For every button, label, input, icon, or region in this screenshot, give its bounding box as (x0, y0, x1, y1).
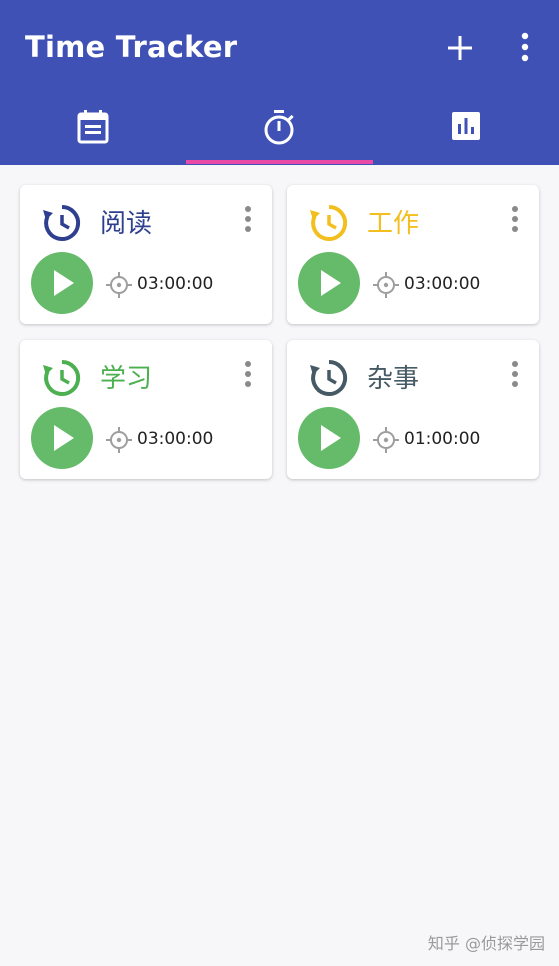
stopwatch-icon (264, 110, 294, 145)
target-time: 01:00:00 (404, 429, 481, 449)
more-vertical-icon[interactable] (242, 205, 254, 235)
play-button[interactable] (298, 407, 360, 469)
more-vertical-icon[interactable] (509, 360, 521, 390)
activity-name: 学习 (100, 364, 153, 394)
play-icon (54, 270, 74, 296)
tab-indicator (186, 160, 373, 164)
play-icon (321, 270, 341, 296)
tab-log[interactable] (0, 100, 186, 162)
history-clock-icon (43, 204, 81, 241)
add-button[interactable] (444, 32, 476, 64)
play-button[interactable] (31, 407, 93, 469)
target-icon (106, 427, 132, 453)
target-icon (373, 427, 399, 453)
target-icon (106, 272, 132, 298)
target-time: 03:00:00 (137, 429, 214, 449)
target-time: 03:00:00 (404, 274, 481, 294)
overflow-menu-button[interactable] (513, 30, 537, 66)
activity-card-work[interactable]: 工作 03:00:00 (287, 185, 539, 324)
activity-card-study[interactable]: 学习 03:00:00 (20, 340, 272, 479)
history-clock-icon (310, 359, 348, 396)
activity-name: 杂事 (367, 364, 420, 394)
more-vertical-icon[interactable] (509, 205, 521, 235)
play-button[interactable] (298, 252, 360, 314)
activity-name: 阅读 (100, 209, 153, 239)
activity-card-misc[interactable]: 杂事 01:00:00 (287, 340, 539, 479)
target-icon (373, 272, 399, 298)
history-clock-icon (310, 204, 348, 241)
activity-name: 工作 (367, 209, 420, 239)
activity-card-reading[interactable]: 阅读 03:00:00 (20, 185, 272, 324)
history-clock-icon (43, 359, 81, 396)
more-vertical-icon (521, 32, 529, 62)
tab-stats[interactable] (373, 100, 559, 162)
app-bar: Time Tracker (0, 0, 559, 165)
tab-timer[interactable] (186, 100, 372, 162)
watermark: 知乎 @侦探学园 (427, 934, 545, 953)
play-icon (54, 425, 74, 451)
target-time: 03:00:00 (137, 274, 214, 294)
app-title: Time Tracker (25, 30, 238, 64)
play-button[interactable] (31, 252, 93, 314)
play-icon (321, 425, 341, 451)
more-vertical-icon[interactable] (242, 360, 254, 390)
plus-icon (448, 36, 472, 60)
bar-chart-icon (452, 112, 480, 140)
calendar-list-icon (77, 110, 109, 144)
